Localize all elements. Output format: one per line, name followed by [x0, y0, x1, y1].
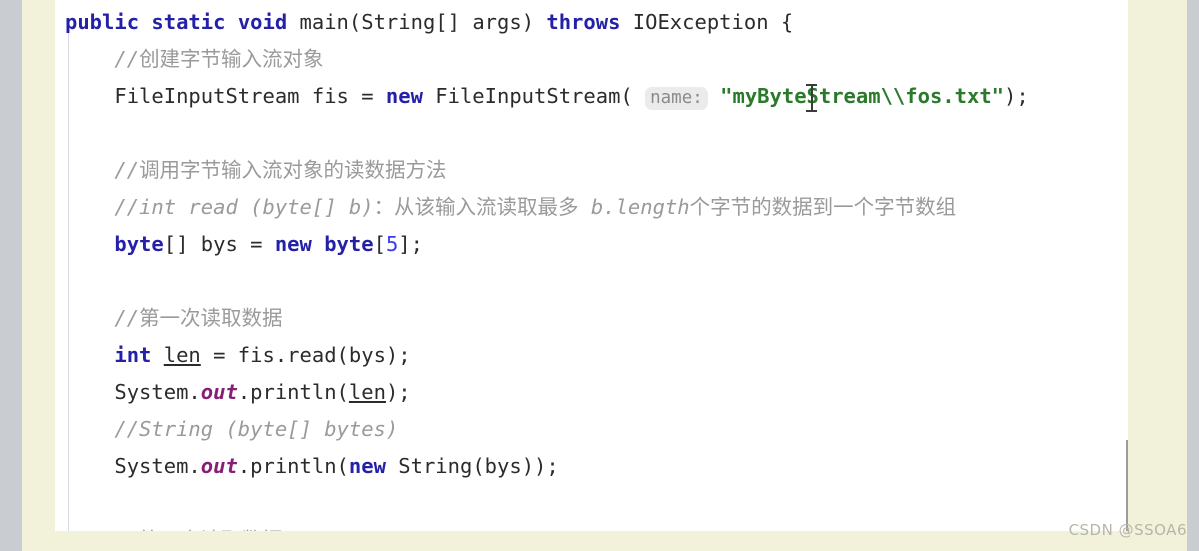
code-line: System.out.println(len);	[65, 374, 1128, 411]
code-text-run: //	[114, 47, 140, 71]
code-comment: //创建字节输入流对象	[114, 47, 323, 71]
code-line: byte[] bys = new byte[5];	[65, 226, 1128, 263]
code-line: //第一次读取数据	[65, 300, 1128, 337]
code-line: //int read (byte[] b)：从该输入流读取最多 b.length…	[65, 189, 1128, 226]
code-token: [	[373, 232, 386, 256]
code-text-run: 个字节的数据到一个字节数组	[689, 195, 957, 219]
code-line: System.out.println(new String(bys));	[65, 448, 1128, 485]
code-comment: //第一次读取数据	[114, 306, 282, 330]
code-token: FileInputStream fis =	[114, 84, 386, 108]
code-comment: //第二次读取数据	[114, 528, 282, 531]
code-line: //第二次读取数据	[65, 522, 1128, 531]
code-text-run: //	[114, 528, 139, 531]
keyword-token: throws	[546, 10, 621, 34]
keyword-token: new	[348, 454, 386, 478]
string-literal: "myByteStream\\fos.txt"	[720, 84, 1005, 108]
keyword-token: byte	[114, 232, 164, 256]
keyword-token: public	[65, 10, 140, 34]
variable-token: len	[348, 380, 386, 404]
code-line: //创建字节输入流对象	[65, 41, 1128, 78]
code-text-run: //	[114, 306, 140, 330]
vertical-scrollbar-thumb[interactable]	[1126, 440, 1128, 531]
code-text-run: //int read (byte[] b)	[114, 195, 374, 219]
code-line: //调用字节输入流对象的读数据方法	[65, 152, 1128, 189]
code-line: //String (byte[] bytes)	[65, 411, 1128, 448]
code-line: int len = fis.read(bys);	[65, 337, 1128, 374]
watermark: CSDN @SSOA6	[1068, 521, 1187, 539]
code-token: );	[385, 380, 411, 404]
code-token: = fis.read(bys);	[200, 343, 411, 367]
code-text-run: //	[114, 158, 140, 182]
variable-token: len	[163, 343, 201, 367]
code-text-run: 第二次读取数据	[139, 528, 283, 531]
code-line	[65, 485, 1128, 522]
code-text-run: ：从该输入流读取最多	[373, 195, 579, 219]
code-line	[65, 263, 1128, 300]
code-token: String(bys));	[385, 454, 559, 478]
parameter-name-hint: name:	[645, 87, 708, 110]
keyword-token: int	[114, 343, 152, 367]
number-literal: 5	[385, 232, 399, 256]
vertical-scrollbar-track[interactable]	[1126, 0, 1128, 531]
code-token: );	[1004, 84, 1029, 108]
code-text-run: b.length	[578, 195, 690, 219]
code-token: System.	[114, 380, 201, 404]
code-line: FileInputStream fis = new FileInputStrea…	[65, 78, 1128, 115]
code-token: main(String[] args)	[299, 10, 547, 34]
screenshot-root: public static void main(String[] args) t…	[0, 0, 1199, 551]
code-token: [] bys =	[163, 232, 275, 256]
keyword-token: void	[237, 10, 288, 34]
code-token: .println(	[237, 454, 349, 478]
code-token: FileInputStream(	[422, 84, 646, 108]
code-line	[65, 115, 1128, 152]
keyword-token: new	[274, 232, 312, 256]
static-field-token: out	[200, 454, 238, 478]
code-text-run: 第一次读取数据	[139, 306, 283, 330]
keyword-token: byte	[324, 232, 374, 256]
code-line: public static void main(String[] args) t…	[65, 4, 1128, 41]
static-field-token: out	[200, 380, 238, 404]
keyword-token: new	[385, 84, 423, 108]
code-text-run: 创建字节输入流对象	[139, 47, 324, 71]
code-token: System.	[114, 454, 201, 478]
keyword-token: static	[151, 10, 226, 34]
code-comment: //String (byte[] bytes)	[114, 417, 399, 441]
code-content[interactable]: public static void main(String[] args) t…	[65, 4, 1128, 531]
code-editor-panel[interactable]: public static void main(String[] args) t…	[55, 0, 1128, 531]
code-comment: //调用字节输入流对象的读数据方法	[114, 158, 446, 182]
code-token: .println(	[237, 380, 349, 404]
code-token: IOException {	[620, 10, 794, 34]
code-token: ];	[398, 232, 423, 256]
code-comment: //int read (byte[] b)：从该输入流读取最多 b.length…	[114, 195, 956, 219]
code-text-run: 调用字节输入流对象的读数据方法	[139, 158, 447, 182]
